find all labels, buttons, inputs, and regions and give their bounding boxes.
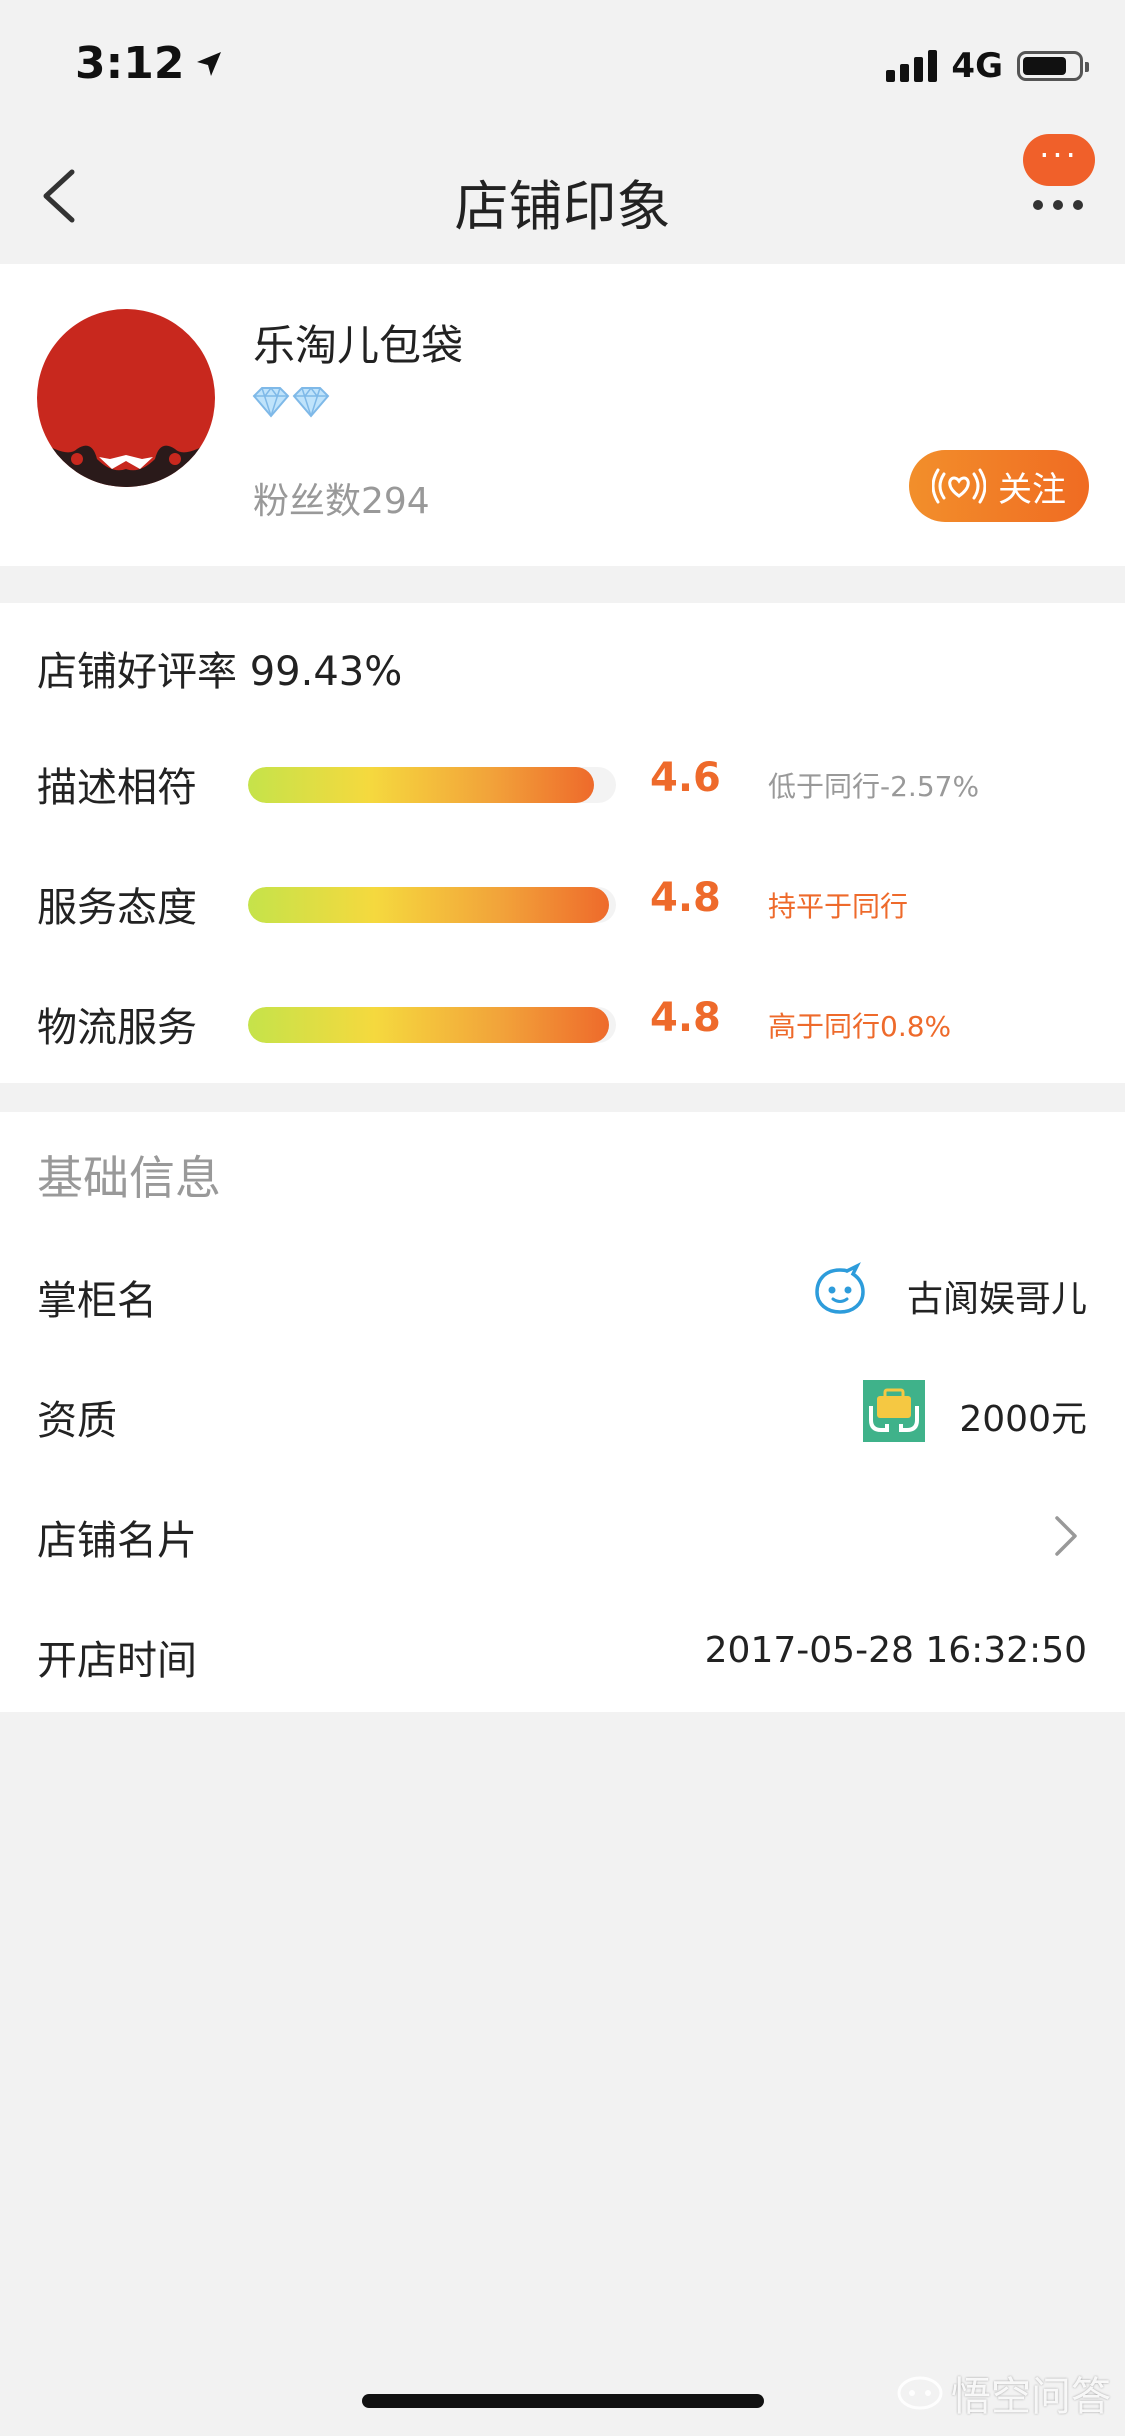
shop-header-card: 乐淘儿包袋 粉丝数294 关注 xyxy=(0,264,1125,566)
rating-compare: 低于同行-2.57% xyxy=(768,770,980,803)
rating-bar-fill xyxy=(248,1007,609,1043)
battery-level xyxy=(1023,57,1067,75)
page-title: 店铺印象 xyxy=(454,175,671,238)
info-label: 掌柜名 xyxy=(37,1278,157,1324)
rating-compare: 高于同行0.8% xyxy=(768,1010,952,1043)
rating-row-service: 服务态度 4.8 持平于同行 xyxy=(0,871,1125,931)
deposit-badge-icon xyxy=(863,1380,925,1442)
good-rating-rate: 店铺好评率 99.43% xyxy=(37,649,403,695)
more-dots-icon[interactable] xyxy=(1033,200,1083,210)
rating-bar xyxy=(248,1007,616,1043)
rating-row-logistics: 物流服务 4.8 高于同行0.8% xyxy=(0,991,1125,1051)
diamond-icon xyxy=(252,386,290,418)
watermark-text: 悟空问答 xyxy=(951,2374,1111,2420)
rating-bar xyxy=(248,767,616,803)
more-menu-button[interactable]: ··· xyxy=(1023,134,1103,214)
section-title: 基础信息 xyxy=(37,1151,221,1205)
info-label: 店铺名片 xyxy=(37,1518,197,1564)
shop-logo-icon xyxy=(37,309,215,487)
chevron-right-icon[interactable] xyxy=(1053,1514,1081,1558)
shop-avatar[interactable] xyxy=(37,309,215,487)
fans-count: 粉丝数294 xyxy=(253,481,430,522)
follow-heart-broadcast-icon xyxy=(932,468,986,504)
info-row-owner[interactable]: 掌柜名 古阆娱哥儿 xyxy=(0,1260,1125,1330)
cellular-signal-icon xyxy=(886,50,938,82)
info-value: 2000元 xyxy=(959,1399,1087,1440)
rating-bar xyxy=(248,887,616,923)
info-row-open-time: 开店时间 2017-05-28 16:32:50 xyxy=(0,1620,1125,1690)
follow-button[interactable]: 关注 xyxy=(909,450,1089,522)
info-value: 古阆娱哥儿 xyxy=(906,1279,1087,1320)
rating-label: 物流服务 xyxy=(37,1005,197,1051)
shop-level-diamonds xyxy=(252,386,330,418)
home-indicator[interactable] xyxy=(362,2394,764,2408)
rating-label: 服务态度 xyxy=(37,885,197,931)
status-time-text: 3:12 xyxy=(75,38,185,89)
battery-icon xyxy=(1017,51,1089,81)
shop-name: 乐淘儿包袋 xyxy=(253,321,464,370)
rating-bar-fill xyxy=(248,767,594,803)
rating-score: 4.6 xyxy=(650,755,721,801)
rating-bar-fill xyxy=(248,887,609,923)
rating-score: 4.8 xyxy=(650,875,721,921)
info-value: 2017-05-28 16:32:50 xyxy=(704,1630,1087,1671)
status-bar: 3:12 4G xyxy=(0,0,1125,130)
rating-row-description: 描述相符 4.6 低于同行-2.57% xyxy=(0,751,1125,811)
watermark: 悟空问答 xyxy=(897,2364,1111,2422)
wukong-logo-icon xyxy=(897,2376,943,2410)
nav-bar: 店铺印象 ··· xyxy=(0,130,1125,264)
basic-info-card: 基础信息 掌柜名 古阆娱哥儿 资质 2000元 店铺名片 开店时间 2017-0… xyxy=(0,1112,1125,1712)
status-time: 3:12 xyxy=(75,38,224,89)
info-label: 资质 xyxy=(37,1398,117,1444)
location-arrow-icon xyxy=(197,51,222,76)
diamond-icon xyxy=(292,386,330,418)
ratings-card: 店铺好评率 99.43% 描述相符 4.6 低于同行-2.57% 服务态度 4.… xyxy=(0,603,1125,1083)
rating-compare: 持平于同行 xyxy=(768,890,909,923)
rating-label: 描述相符 xyxy=(37,765,197,811)
status-indicators: 4G xyxy=(886,46,1089,86)
message-bubble-icon[interactable]: ··· xyxy=(1023,134,1095,186)
info-row-qualification[interactable]: 资质 2000元 xyxy=(0,1380,1125,1450)
info-label: 开店时间 xyxy=(37,1638,197,1684)
wangwang-chat-icon[interactable] xyxy=(811,1262,869,1320)
network-type: 4G xyxy=(951,46,1003,86)
rating-score: 4.8 xyxy=(650,995,721,1041)
info-row-business-card[interactable]: 店铺名片 xyxy=(0,1500,1125,1570)
follow-label: 关注 xyxy=(998,469,1066,510)
